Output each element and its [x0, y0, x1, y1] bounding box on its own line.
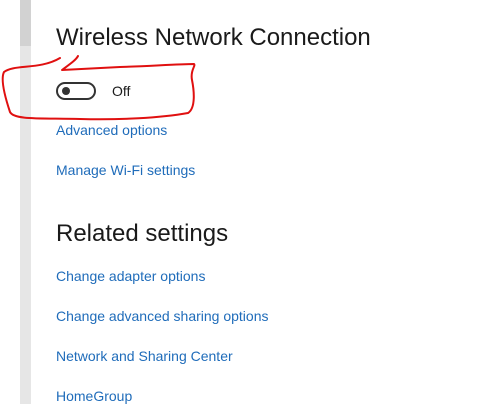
advanced-options-link[interactable]: Advanced options [56, 122, 167, 138]
red-highlight-annotation [1, 55, 196, 121]
change-advanced-sharing-link[interactable]: Change advanced sharing options [56, 308, 269, 324]
related-settings-title: Related settings [56, 220, 229, 247]
settings-page: Wireless Network Connection Off Advanced… [0, 0, 500, 404]
toggle-knob-icon [62, 87, 70, 95]
left-scroll-rail-thumb[interactable] [20, 0, 31, 46]
network-sharing-center-link[interactable]: Network and Sharing Center [56, 348, 233, 364]
manage-wifi-settings-link[interactable]: Manage Wi-Fi settings [56, 162, 195, 178]
wifi-toggle-switch[interactable] [56, 82, 96, 100]
wireless-section-title: Wireless Network Connection [56, 24, 371, 51]
wifi-toggle-state-label: Off [112, 83, 131, 99]
change-adapter-options-link[interactable]: Change adapter options [56, 268, 205, 284]
left-scroll-rail [20, 0, 31, 404]
homegroup-link[interactable]: HomeGroup [56, 388, 132, 404]
wifi-toggle-row: Off [56, 80, 130, 102]
